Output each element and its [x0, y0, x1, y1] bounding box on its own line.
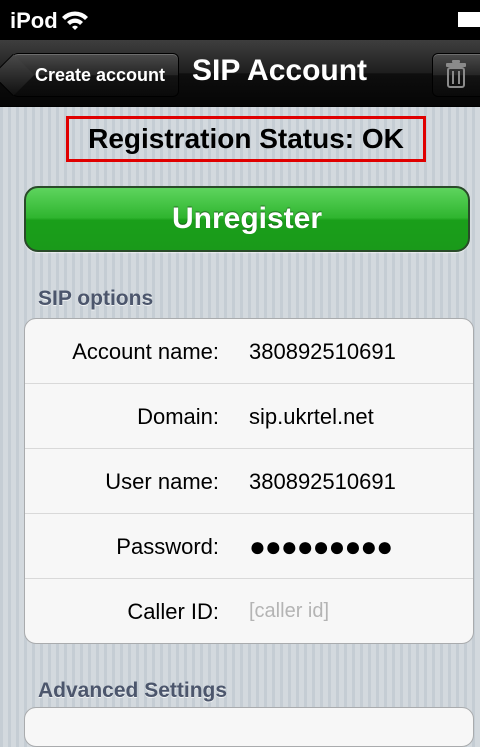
- back-button-label: Create account: [34, 64, 166, 85]
- advanced-settings-table[interactable]: [24, 707, 474, 747]
- password-row[interactable]: Password: ●●●●●●●●●: [25, 514, 473, 579]
- page-title: SIP Account: [192, 54, 368, 87]
- domain-row[interactable]: Domain: sip.ukrtel.net: [25, 384, 473, 449]
- battery-icon: [458, 12, 480, 27]
- caller-id-label: Caller ID:: [127, 599, 219, 624]
- account-name-row[interactable]: Account name: 380892510691: [25, 319, 473, 384]
- account-name-label: Account name:: [72, 339, 219, 364]
- delete-account-button[interactable]: [432, 53, 480, 97]
- navigation-bar: Create account SIP Account: [0, 40, 480, 107]
- advanced-settings-header: Advanced Settings: [38, 679, 228, 702]
- trash-icon: [446, 60, 466, 88]
- back-button[interactable]: Create account: [12, 53, 179, 97]
- domain-label: Domain:: [137, 404, 219, 429]
- account-name-field[interactable]: 380892510691: [249, 319, 396, 384]
- user-name-field[interactable]: 380892510691: [249, 449, 396, 514]
- unregister-button[interactable]: Unregister: [24, 186, 470, 252]
- carrier-label: iPod: [10, 8, 58, 33]
- sip-options-header: SIP options: [38, 287, 154, 310]
- wifi-icon: [62, 11, 88, 30]
- caller-id-row[interactable]: Caller ID: [caller id]: [25, 579, 473, 643]
- password-field[interactable]: ●●●●●●●●●: [249, 514, 393, 579]
- user-name-label: User name:: [105, 469, 219, 494]
- sip-options-table: Account name: 380892510691 Domain: sip.u…: [24, 318, 474, 644]
- registration-status: Registration Status: OK: [66, 116, 426, 162]
- status-bar: iPod: [0, 0, 480, 40]
- caller-id-field[interactable]: [caller id]: [249, 579, 329, 643]
- domain-field[interactable]: sip.ukrtel.net: [249, 384, 374, 449]
- user-name-row[interactable]: User name: 380892510691: [25, 449, 473, 514]
- password-label: Password:: [116, 534, 219, 559]
